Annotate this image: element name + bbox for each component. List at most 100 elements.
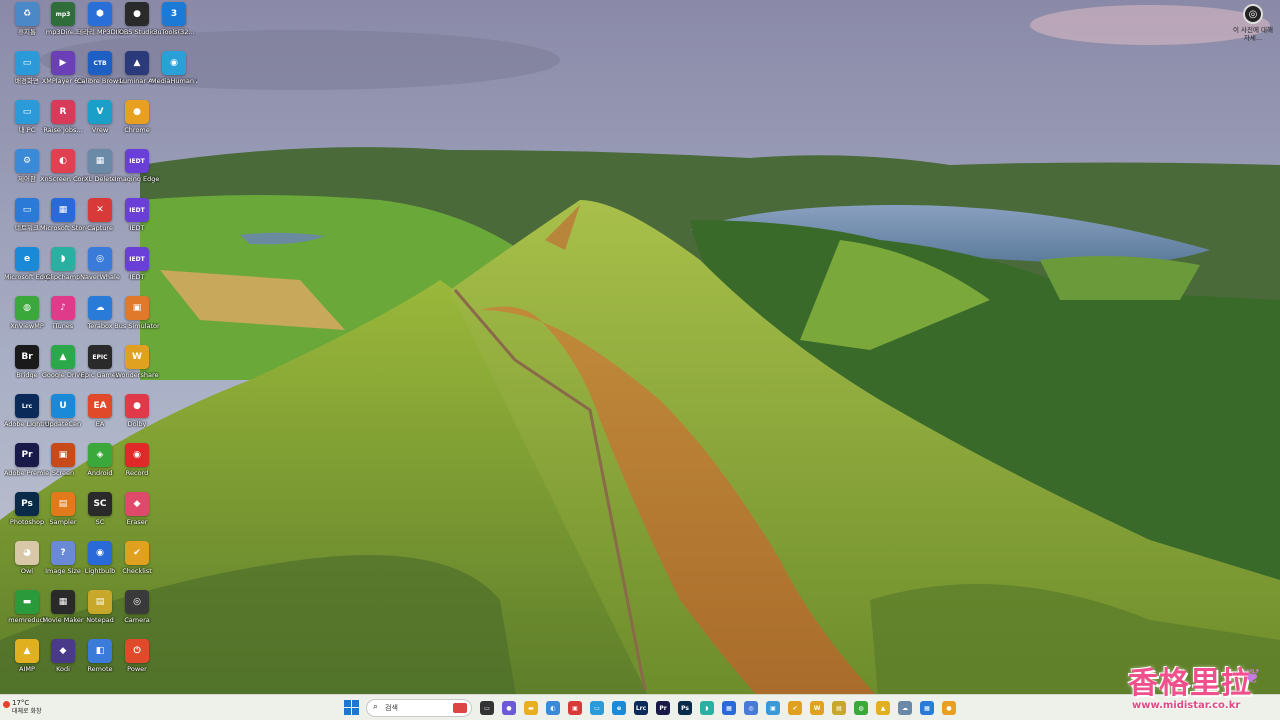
butterfly-icon: ❦	[1244, 664, 1261, 688]
app-icon: SC	[88, 492, 112, 516]
taskbar-desktop-icon[interactable]: ▭	[590, 701, 604, 715]
desktop-icon[interactable]: ◉ MediaHuman Audio Con...	[151, 51, 197, 99]
watermark-url: www.midistar.co.kr	[1132, 700, 1241, 711]
taskbar-copilot-icon[interactable]: ◐	[546, 701, 560, 715]
desktop-icon-label: Imaging Edge	[114, 175, 160, 183]
app-icon: ▦	[51, 198, 75, 222]
start-button[interactable]	[344, 700, 360, 716]
app-icon: ◉	[88, 541, 112, 565]
app-icon: ◉	[162, 51, 186, 75]
app-icon: ▣	[125, 296, 149, 320]
desktop-icon-label: Dolby	[127, 420, 147, 428]
taskbar-checklist-icon[interactable]: ✔	[788, 701, 802, 715]
app-icon: ✕	[88, 198, 112, 222]
desktop-icon-label: Power	[127, 665, 147, 673]
desktop-icon[interactable]: ✔ Checklist	[114, 541, 160, 589]
app-icon: IEDT	[125, 247, 149, 271]
desktop-icon[interactable]: IEDT Imaging Edge	[114, 149, 160, 197]
app-icon: ▤	[88, 590, 112, 614]
app-icon: ◈	[88, 443, 112, 467]
app-icon: ◧	[88, 639, 112, 663]
search-placeholder: 검색	[385, 704, 398, 712]
app-icon: ◐	[51, 149, 75, 173]
desktop-icon[interactable]: ◆ Eraser	[114, 492, 160, 540]
desktop-icon[interactable]: ● Dolby	[114, 394, 160, 442]
app-icon: ▭	[15, 100, 39, 124]
desktop-icon[interactable]: ▣ Bus Simulator	[114, 296, 160, 344]
desktop-icon[interactable]: ◎ Camera	[114, 590, 160, 638]
desktop-icon-label: Bus Simulator	[114, 322, 160, 330]
taskbar-xnview-icon[interactable]: ◍	[854, 701, 868, 715]
app-icon: 3	[162, 2, 186, 26]
taskbar-chrome-icon[interactable]: ●	[942, 701, 956, 715]
taskbar-file-explorer-icon[interactable]: ▬	[524, 701, 538, 715]
app-icon: ●	[125, 394, 149, 418]
desktop-icon-label: IEDT	[129, 224, 145, 232]
desktop-icon[interactable]: IEDT IEDT	[114, 198, 160, 246]
app-icon: ●	[125, 100, 149, 124]
desktop-icon-label: IEDT	[129, 273, 145, 281]
desktop-icon-label: Checklist	[122, 567, 152, 575]
taskbar-lightroom-icon[interactable]: Lrc	[634, 701, 648, 715]
taskbar-store-icon[interactable]: ▦	[722, 701, 736, 715]
desktop-icon-label: Wondershare	[115, 371, 159, 379]
app-icon: CTB	[88, 51, 112, 75]
taskbar-premiere-icon[interactable]: Pr	[656, 701, 670, 715]
taskbar-task-view-icon[interactable]: ▭	[480, 701, 494, 715]
taskbar-search[interactable]: ⌕ 검색	[366, 699, 472, 717]
taskbar-pdf-icon[interactable]: ▣	[568, 701, 582, 715]
app-icon: ⚙	[15, 149, 39, 173]
app-icon: ☁	[88, 296, 112, 320]
taskbar-photos-icon[interactable]: ▣	[766, 701, 780, 715]
desktop-icon[interactable]: ⏻ Power	[114, 639, 160, 687]
search-icon: ⌕	[373, 702, 379, 712]
weather-temperature: 17°C	[12, 699, 30, 707]
learn-about-photo-widget[interactable]: ◎ 이 사진에 대해 자세...	[1230, 4, 1276, 42]
weather-description: 대체로 화창	[12, 708, 42, 715]
windows-logo-pane	[344, 708, 351, 715]
desktop-icon[interactable]: IEDT IEDT	[114, 247, 160, 295]
taskbar-aimp-icon[interactable]: ▲	[876, 701, 890, 715]
app-icon: ◎	[88, 247, 112, 271]
taskbar-calculator-icon[interactable]: ▦	[920, 701, 934, 715]
windows-logo-icon	[344, 700, 351, 707]
app-icon: ◕	[15, 541, 39, 565]
taskbar-camera-icon[interactable]: ◎	[744, 701, 758, 715]
desktop-icon[interactable]: ◉ Record	[114, 443, 160, 491]
desktop-icon-label: 3uTools(32...	[153, 28, 195, 36]
learn-about-photo-label: 이 사진에 대해 자세...	[1232, 26, 1273, 42]
taskbar-wondershare-icon[interactable]: W	[810, 701, 824, 715]
app-icon: ◆	[125, 492, 149, 516]
app-icon: ▦	[88, 149, 112, 173]
weather-sun-icon	[3, 701, 10, 708]
taskbar-clipchamp-icon[interactable]: ◗	[700, 701, 714, 715]
taskbar-photoshop-icon[interactable]: Ps	[678, 701, 692, 715]
weather-widget[interactable]: 17°C 대체로 화창	[3, 699, 42, 716]
taskbar-chat-icon[interactable]: ●	[502, 701, 516, 715]
desktop-icon-label: Eraser	[126, 518, 148, 526]
windows-logo-pane	[352, 700, 359, 707]
app-icon: ▭	[15, 51, 39, 75]
app-icon: ●	[125, 2, 149, 26]
taskbar: 17°C 대체로 화창 ⌕ 검색 ▭ ● ▬ ◐ ▣ ▭ e Lrc Pr Ps ◗ ▦ ◎ ▣ ✔ W ▤ ◍ ▲…	[0, 694, 1280, 720]
app-icon: EA	[88, 394, 112, 418]
app-icon: ▶	[51, 51, 75, 75]
desktop-icon[interactable]: 3 3uTools(32...	[151, 2, 197, 50]
app-icon: ♻	[15, 2, 39, 26]
app-icon: U	[51, 394, 75, 418]
desktop-icon-label: Camera	[124, 616, 150, 624]
app-icon: ⏻	[125, 639, 149, 663]
taskbar-edge-icon[interactable]: e	[612, 701, 626, 715]
app-icon: e	[15, 247, 39, 271]
app-icon: EPIC	[88, 345, 112, 369]
desktop-area: ♻휴지통mp3mp3Dire...⬢테라리 MP3DIREC...●OBS St…	[0, 0, 1280, 694]
app-icon: Br	[15, 345, 39, 369]
app-icon: mp3	[51, 2, 75, 26]
watermark: 香格里拉 ❦ www.midistar.co.kr	[1124, 658, 1274, 714]
taskbar-sticky-icon[interactable]: ▤	[832, 701, 846, 715]
desktop-icon[interactable]: W Wondershare	[114, 345, 160, 393]
taskbar-cloud-icon[interactable]: ☁	[898, 701, 912, 715]
desktop-icon[interactable]: ● Chrome	[114, 100, 160, 148]
app-icon: Pr	[15, 443, 39, 467]
app-icon: Ps	[15, 492, 39, 516]
